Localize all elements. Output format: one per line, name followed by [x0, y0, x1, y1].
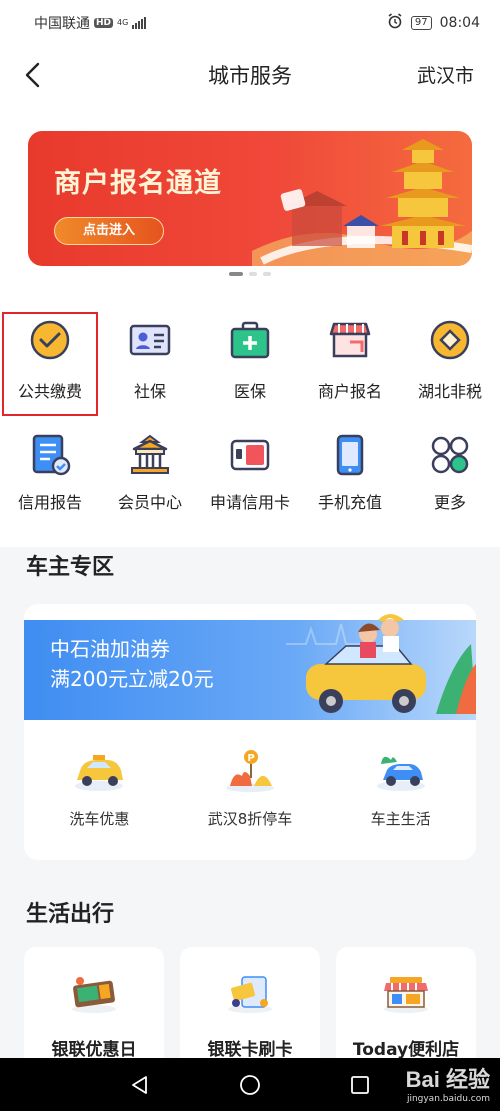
car-wash-discount[interactable]: 洗车优惠 [24, 746, 175, 829]
car-section-card: 中石油加油券 满200元立减20元 洗车优惠 P 武汉8折停车 车主生活 [24, 604, 476, 860]
pagination-dot [249, 272, 257, 276]
taxi-car-icon [75, 755, 124, 791]
fuel-coupon-line2: 满200元立减20元 [50, 667, 214, 691]
credit-card-icon [228, 433, 272, 477]
watermark-url: jingyan.baidu.com [406, 1094, 490, 1104]
store-icon [384, 977, 428, 1013]
service-grid: 公共缴费 社保 医保 商户报名 湖北非税 信用报告 会员中心 申请信用卡 手机充… [0, 312, 500, 538]
fuel-coupon-banner[interactable]: 中石油加油券 满200元立减20元 [24, 614, 476, 720]
service-label: 会员中心 [117, 493, 182, 512]
watermark-logo: Bai 经验 [405, 1067, 490, 1092]
car-owner-life[interactable]: 车主生活 [325, 746, 476, 829]
clock: 08:04 [439, 15, 480, 31]
pavilion-icon [128, 433, 172, 477]
service-label: 湖北非税 [417, 382, 482, 401]
square-recents-icon [351, 1075, 369, 1094]
fuel-coupon-line1: 中石油加油券 [50, 637, 170, 661]
service-more[interactable]: 更多 [400, 425, 500, 538]
phone-icon [328, 433, 372, 477]
nav-back-button[interactable] [85, 1058, 195, 1111]
service-label: 公共缴费 [17, 382, 82, 401]
service-row: 公共缴费 社保 医保 商户报名 湖北非税 [0, 312, 500, 425]
wuhan-parking-discount[interactable]: P 武汉8折停车 [175, 746, 326, 829]
banner-enter-button[interactable]: 点击进入 [54, 217, 164, 245]
car-item-label: 武汉8折停车 [207, 810, 293, 828]
car-item-label: 洗车优惠 [69, 810, 130, 828]
pagination-dot [229, 272, 243, 276]
diamond-coin-icon [428, 318, 472, 362]
yellow-crane-tower-illustration [252, 139, 472, 266]
service-label: 更多 [433, 493, 466, 512]
service-public-payment[interactable]: 公共缴费 [2, 312, 98, 416]
car-services: 洗车优惠 P 武汉8折停车 车主生活 [24, 746, 476, 829]
coupon-icon [72, 977, 116, 1013]
service-hubei-tax[interactable]: 湖北非税 [400, 312, 500, 425]
banner-title: 商户报名通道 [54, 168, 222, 199]
header: 城市服务 武汉市 [0, 46, 500, 104]
triangle-back-icon [132, 1075, 147, 1094]
fuel-coupon-text: 中石油加油券 满200元立减20元 [50, 634, 214, 694]
circle-home-icon [240, 1074, 260, 1095]
battery-icon: 97 [410, 16, 432, 30]
nav-recents-button[interactable] [305, 1058, 415, 1111]
car-section-title: 车主专区 [26, 555, 115, 580]
hd-badge: HD [94, 18, 114, 28]
service-phone-topup[interactable]: 手机充值 [300, 425, 400, 538]
id-card-icon [128, 318, 172, 362]
service-medical-insurance[interactable]: 医保 [200, 312, 300, 425]
alarm-icon [387, 13, 403, 33]
life-card-label: 银联卡刷卡 [207, 1040, 293, 1060]
svg-text:P: P [247, 753, 254, 764]
life-section-title: 生活出行 [26, 902, 115, 927]
service-label: 手机充值 [317, 493, 382, 512]
service-label: 申请信用卡 [209, 493, 290, 512]
grid-more-icon [428, 433, 472, 477]
car-item-label: 车主生活 [370, 810, 431, 828]
status-bar: 中国联通 HD 4G 97 08:04 [0, 0, 500, 46]
parking-icon: P [226, 750, 274, 792]
service-label: 社保 [133, 382, 166, 401]
service-credit-card-apply[interactable]: 申请信用卡 [200, 425, 300, 538]
status-right: 97 08:04 [387, 13, 480, 33]
service-member-center[interactable]: 会员中心 [100, 425, 200, 538]
status-left: 中国联通 HD 4G [34, 13, 147, 33]
convertible-car-illustration [286, 614, 476, 714]
pagination-dot [263, 272, 271, 276]
card-swipe-icon [228, 976, 272, 1013]
network-type: 4G [117, 18, 129, 27]
life-card-label: Today便利店 [352, 1040, 460, 1060]
service-row: 信用报告 会员中心 申请信用卡 手机充值 更多 [0, 425, 500, 538]
banner-pagination [0, 272, 500, 276]
check-circle-icon [28, 318, 72, 362]
report-icon [28, 433, 72, 477]
service-social-security[interactable]: 社保 [100, 312, 200, 425]
carrier-name: 中国联通 [34, 16, 90, 32]
promo-banner[interactable]: 商户报名通道 点击进入 [28, 131, 472, 266]
service-credit-report[interactable]: 信用报告 [0, 425, 100, 538]
nav-home-button[interactable] [195, 1058, 305, 1111]
life-card-label: 银联优惠日 [51, 1040, 137, 1060]
shop-icon [328, 318, 372, 362]
service-merchant-signup[interactable]: 商户报名 [300, 312, 400, 425]
medical-kit-icon [228, 318, 272, 362]
baidu-jingyan-watermark: Bai 经验 jingyan.baidu.com [406, 1062, 490, 1104]
blue-car-icon [376, 756, 425, 791]
service-label: 商户报名 [317, 382, 382, 401]
service-label: 信用报告 [17, 493, 82, 512]
city-selector[interactable]: 武汉市 [417, 61, 474, 88]
signal-icon [132, 17, 147, 29]
service-label: 医保 [233, 382, 266, 401]
